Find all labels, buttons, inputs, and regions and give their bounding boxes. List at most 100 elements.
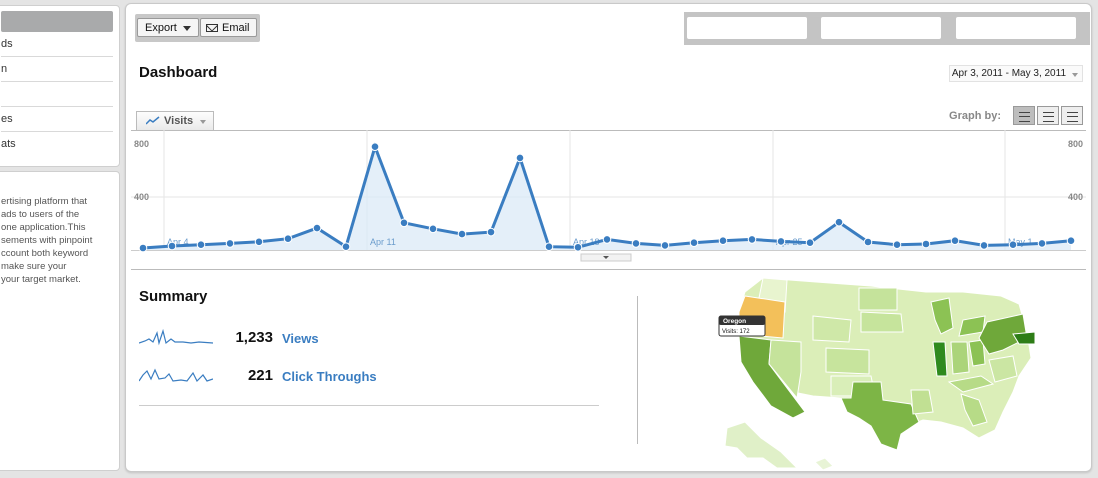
y-tick-label: 400 — [134, 192, 149, 202]
header-controls — [684, 12, 1090, 45]
data-point[interactable] — [254, 237, 264, 247]
data-point[interactable] — [863, 237, 873, 247]
data-point[interactable] — [660, 241, 670, 250]
data-point[interactable] — [544, 242, 554, 251]
click-throughs-value: 221 — [247, 367, 273, 384]
map-region[interactable] — [910, 389, 934, 415]
data-point[interactable] — [573, 243, 583, 252]
description-line: ads to users of the — [1, 209, 80, 220]
chevron-down-icon — [182, 25, 191, 31]
dashboard-panel: Export Email Dashboard Apr 3, 2011 - May… — [125, 3, 1092, 472]
sidebar-item[interactable]: ats — [1, 132, 113, 156]
graph-by-month-button[interactable] — [1061, 106, 1083, 125]
sidebar-item[interactable]: es — [1, 107, 113, 132]
x-tick-label: Apr 11 — [370, 237, 396, 247]
toolbar: Export Email — [135, 14, 260, 42]
header-box[interactable] — [821, 17, 941, 39]
graph-by-week-button[interactable] — [1037, 106, 1059, 125]
email-button[interactable]: Email — [200, 18, 257, 37]
header-box[interactable] — [687, 17, 807, 39]
views-value: 1,233 — [235, 329, 273, 346]
metric-label: Visits — [164, 115, 194, 127]
chevron-down-icon — [1072, 73, 1078, 77]
map-region[interactable] — [860, 311, 904, 333]
data-point[interactable] — [486, 227, 496, 237]
metric-selector-tab[interactable]: Visits — [136, 111, 214, 130]
data-point[interactable] — [341, 242, 351, 251]
data-point[interactable] — [167, 241, 177, 251]
y-tick-label: 800 — [1068, 139, 1083, 149]
y-tick-label: 800 — [134, 139, 149, 149]
data-point[interactable] — [950, 236, 960, 245]
data-point[interactable] — [805, 238, 815, 247]
map-region[interactable] — [814, 457, 834, 471]
y-tick-label: 400 — [1068, 192, 1083, 202]
export-button[interactable]: Export — [137, 18, 199, 37]
data-point[interactable] — [457, 229, 467, 239]
graph-by-label: Graph by: — [949, 110, 1001, 122]
chevron-down-icon — [200, 120, 206, 124]
list-icon — [1043, 112, 1054, 122]
map-region[interactable] — [724, 421, 799, 469]
data-point[interactable] — [225, 239, 235, 248]
graph-by-controls: Graph by: — [903, 106, 1083, 126]
description-line: one application.This — [1, 222, 86, 233]
data-point[interactable] — [747, 235, 757, 244]
data-point[interactable] — [689, 238, 699, 247]
data-point[interactable] — [283, 234, 293, 243]
line-chart-icon — [146, 116, 160, 125]
sparkline-icon — [139, 328, 213, 346]
series-area — [143, 146, 1071, 250]
data-point[interactable] — [1066, 236, 1076, 245]
views-link[interactable]: Views — [282, 331, 319, 346]
sparkline-icon — [139, 368, 213, 383]
data-point[interactable] — [602, 235, 612, 244]
email-label: Email — [222, 22, 250, 34]
data-point[interactable] — [428, 224, 438, 234]
map-region[interactable] — [812, 315, 852, 343]
data-point[interactable] — [892, 240, 902, 249]
graph-by-day-button[interactable] — [1013, 106, 1035, 125]
sidebar-item[interactable] — [1, 82, 113, 107]
vertical-divider — [637, 296, 638, 444]
summary-divider — [139, 405, 599, 406]
page-title: Dashboard — [139, 64, 218, 81]
description-line: ertising platform that — [1, 196, 88, 207]
data-point[interactable] — [1037, 239, 1047, 248]
date-range-selector[interactable]: Apr 3, 2011 - May 3, 2011 — [948, 65, 1083, 82]
summary-title: Summary — [139, 288, 208, 305]
export-label: Export — [145, 22, 177, 34]
data-point[interactable] — [834, 217, 844, 227]
map-region[interactable] — [950, 341, 970, 375]
description-line: your target market. — [1, 274, 81, 285]
data-point[interactable] — [921, 239, 931, 249]
map-region[interactable] — [858, 287, 898, 311]
sidebar-item-active[interactable] — [1, 11, 113, 32]
map-tooltip-value: Visits: 172 — [722, 329, 750, 335]
data-point[interactable] — [979, 241, 989, 250]
section-divider — [131, 269, 1086, 270]
description-line: ccount both keyword — [1, 248, 89, 259]
sidebar-nav: ds n es ats — [0, 5, 120, 167]
map-region[interactable] — [825, 347, 870, 375]
data-point[interactable] — [1008, 240, 1018, 249]
list-icon — [1019, 112, 1030, 122]
data-point[interactable] — [196, 240, 206, 249]
data-point[interactable] — [138, 243, 148, 253]
data-point[interactable] — [515, 153, 525, 163]
data-point[interactable] — [718, 236, 728, 245]
visits-chart: 800 800 400 400 Apr 4 Apr 11 Apr 18 Apr 25 May 1 — [131, 130, 1086, 263]
data-point[interactable] — [776, 237, 786, 246]
description-line: sements with pinpoint — [1, 235, 93, 246]
header-box[interactable] — [956, 17, 1076, 39]
us-map[interactable]: Oregon Visits: 172 — [701, 272, 1041, 471]
sidebar-item[interactable]: ds — [1, 32, 113, 57]
us-map-svg: Oregon Visits: 172 — [718, 277, 1036, 471]
data-point[interactable] — [312, 223, 322, 233]
click-throughs-link[interactable]: Click Throughs — [282, 369, 377, 384]
data-point[interactable] — [631, 239, 641, 248]
envelope-icon — [206, 24, 218, 33]
data-point[interactable] — [370, 142, 380, 152]
sidebar-item[interactable]: n — [1, 57, 113, 82]
data-point[interactable] — [399, 218, 409, 228]
